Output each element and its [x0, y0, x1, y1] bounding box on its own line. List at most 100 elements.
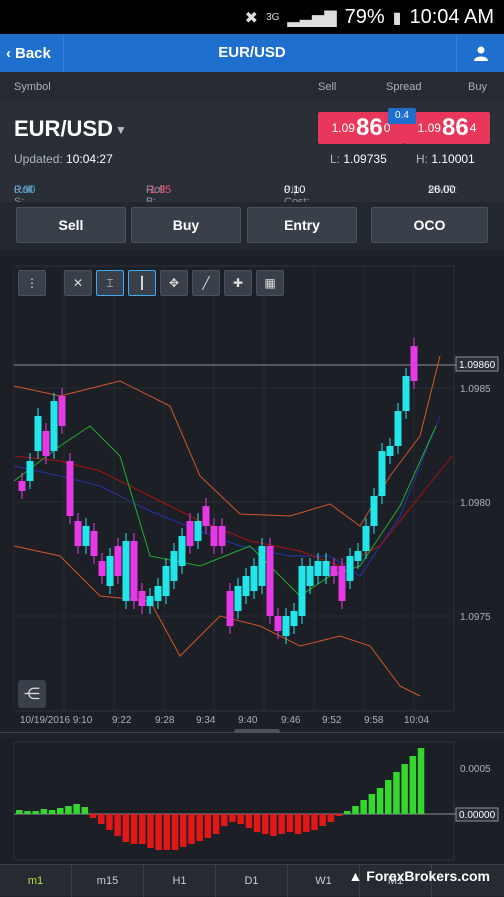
candle-body — [330, 566, 338, 576]
histogram-bar — [106, 814, 113, 830]
sell-button[interactable]: Sell — [16, 207, 126, 243]
indicator-chart[interactable]: 0.0005 0.00000 — [0, 738, 504, 864]
histogram-bar — [327, 814, 335, 822]
menu-dots-icon[interactable]: ⋮ — [18, 270, 46, 296]
battery-level: 79% — [344, 6, 385, 28]
share-button[interactable]: ⋲ — [18, 680, 46, 708]
candle-body — [274, 616, 282, 631]
time-label: 10/19/2016 9:10 — [20, 715, 93, 726]
buy-quote-button[interactable]: 1.09 86 4 — [404, 112, 490, 144]
candle-body — [18, 481, 26, 491]
col-sell: Sell — [318, 81, 337, 93]
candle-body — [346, 556, 354, 581]
high-price: H: 1.10001 — [416, 152, 475, 166]
histogram-bar — [24, 811, 31, 814]
candle-body — [98, 561, 106, 576]
indicator-bg — [0, 738, 504, 864]
cell-bars-icon: ▂▃▅▇ — [287, 9, 337, 27]
candle-body — [306, 566, 314, 586]
entry-button[interactable]: Entry — [247, 207, 357, 243]
candle-body — [394, 411, 402, 446]
battery-icon: ▮ — [392, 9, 402, 27]
high-value: 1.10001 — [431, 152, 475, 166]
candle-body — [186, 521, 194, 546]
tab-m1[interactable]: m1 — [0, 865, 72, 897]
sell-price-prefix: 1.09 — [331, 121, 355, 135]
candle-body — [114, 546, 122, 576]
histogram-bar — [155, 814, 162, 850]
page-title: EUR/USD — [218, 44, 286, 61]
histogram-bar — [303, 814, 310, 832]
user-button[interactable] — [456, 34, 504, 72]
candle-body — [146, 596, 154, 606]
candle-body — [106, 556, 114, 586]
histogram-bar — [360, 800, 367, 814]
time-label: 9:22 — [112, 715, 132, 726]
low-label: L: — [330, 152, 341, 166]
trendline-icon[interactable]: ╱ — [192, 270, 220, 296]
tab-h1[interactable]: H1 — [144, 865, 216, 897]
histogram-bar — [409, 756, 417, 814]
candle-body — [290, 611, 298, 626]
histogram-bar — [286, 814, 294, 832]
indicators-icon[interactable]: ✚ — [224, 270, 252, 296]
oco-button[interactable]: OCO — [371, 207, 488, 243]
candle-body — [162, 566, 170, 596]
mmr-value: 26.00 — [428, 184, 456, 196]
tab-d1[interactable]: D1 — [216, 865, 288, 897]
histogram-bar — [147, 814, 154, 848]
histogram-bar — [171, 814, 179, 850]
buy-button[interactable]: Buy — [131, 207, 241, 243]
tab-m15[interactable]: m15 — [72, 865, 144, 897]
histogram-bar — [253, 814, 261, 832]
watermark-text: ForexBrokers.com — [366, 868, 490, 884]
time-label: 9:28 — [155, 715, 175, 726]
candle-body — [226, 591, 234, 626]
spread-badge: 0.4 — [388, 108, 416, 124]
caret-down-icon: ▼ — [115, 123, 127, 138]
price-label: 1.0975 — [460, 612, 491, 623]
fullscreen-icon[interactable]: ✕ — [64, 270, 92, 296]
symbol-selector[interactable]: EUR/USD ▼ — [14, 116, 127, 142]
histogram-bar — [81, 807, 89, 814]
sell-price-pips: 86 — [355, 114, 383, 141]
col-spread: Spread — [386, 81, 422, 93]
histogram-bar — [48, 810, 56, 814]
histogram-bar — [57, 808, 64, 814]
candles-icon[interactable]: ┃ — [128, 270, 156, 296]
histogram-bar — [376, 788, 384, 814]
clock: 10:04 AM — [409, 6, 494, 28]
watermark: ▲ ForexBrokers.com — [348, 868, 490, 884]
histogram-bar — [344, 811, 351, 814]
nav-bar: ‹ Back EUR/USD — [0, 34, 504, 72]
price-chart[interactable]: 1.0985 1.0980 1.0975 1.09860 10/19/2016 9:10… — [0, 256, 504, 737]
histogram-bar — [262, 814, 269, 834]
histogram-bar — [270, 814, 277, 836]
candle-body — [266, 546, 274, 616]
mute-icon: ✖ — [244, 9, 259, 27]
updated-time: Updated: 10:04:27 — [14, 152, 113, 166]
high-label: H: — [416, 152, 428, 166]
candle-body — [386, 446, 394, 456]
histogram-bar — [163, 814, 171, 850]
chart-area[interactable]: 1.0985 1.0980 1.0975 1.09860 10/19/2016 9:10… — [0, 256, 504, 737]
histogram-bar — [245, 814, 253, 828]
save-icon[interactable]: ▦ — [256, 270, 284, 296]
candle-body — [122, 541, 130, 601]
updated-value: 10:04:27 — [66, 152, 113, 166]
candle-body — [258, 546, 266, 586]
stats-row: Roll S: 0.90 Roll B: -1.95 Pip Cost: 0.1… — [0, 176, 504, 208]
histogram-bar — [319, 814, 326, 826]
share-icon: ⋲ — [24, 686, 40, 703]
move-icon[interactable]: ✥ — [160, 270, 188, 296]
time-label: 9:58 — [364, 715, 384, 726]
crosshair-icon[interactable]: ⌶ — [96, 270, 124, 296]
indicator-label: 0.0005 — [460, 764, 491, 775]
histogram-bar — [204, 814, 212, 838]
price-label: 1.0980 — [460, 498, 491, 509]
time-label: 10:04 — [404, 715, 429, 726]
histogram-bar — [89, 814, 97, 818]
histogram-bar — [16, 810, 23, 814]
histogram-bar — [139, 814, 146, 844]
candle-body — [234, 586, 242, 611]
